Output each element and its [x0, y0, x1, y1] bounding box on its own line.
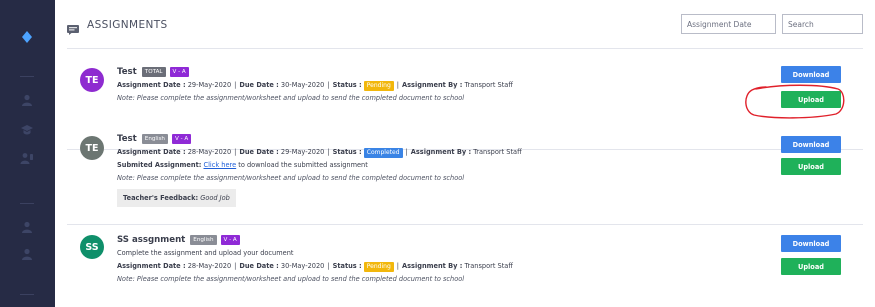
assignment-by-label: Assignment By :	[410, 148, 472, 156]
download-button[interactable]: Download	[781, 235, 841, 252]
class-tag: V - A	[220, 235, 240, 245]
upload-button[interactable]: Upload	[781, 258, 841, 275]
status-badge: Pending	[363, 81, 394, 91]
submitted-text: to download the submitted assignment	[238, 161, 368, 169]
class-tag: V - A	[169, 67, 189, 77]
due-date-label: Due Date :	[239, 81, 279, 89]
assignment-details: Test TOTAL V - A Assignment Date : 29-Ma…	[117, 65, 757, 105]
upload-button[interactable]: Upload	[781, 158, 841, 175]
assignment-by-value: Transport Staff	[473, 148, 522, 156]
due-date-value: 29-May-2020	[280, 148, 325, 156]
assignment-date-value: 29-May-2020	[187, 81, 232, 89]
assignment-date-value: 28-May-2020	[187, 262, 232, 270]
assignment-row: SS SS assgnment English V - A Complete t…	[67, 225, 863, 307]
user-phone-icon[interactable]	[20, 151, 34, 165]
feedback-text: Good Job	[200, 194, 230, 202]
graduation-cap-icon[interactable]	[20, 123, 34, 137]
download-button[interactable]: Download	[781, 66, 841, 83]
subject-tag: English	[141, 134, 168, 144]
status-label: Status :	[332, 148, 362, 156]
assignment-title: Test	[117, 133, 137, 144]
subject-tag: English	[190, 235, 217, 245]
sidebar-divider	[20, 203, 34, 204]
assignment-by-label: Assignment By :	[402, 81, 463, 89]
avatar: SS	[80, 235, 104, 259]
teacher-feedback: Teacher's Feedback: Good Job	[117, 189, 236, 207]
upload-button[interactable]: Upload	[781, 91, 841, 108]
assignment-note: Note: Please complete the assignment/wor…	[117, 275, 465, 283]
user-icon[interactable]	[20, 93, 34, 107]
assignment-note: Note: Please complete the assignment/wor…	[117, 94, 465, 102]
assignment-details: Test English V - A Assignment Date : 28-…	[117, 132, 757, 207]
page-title: ASSIGNMENTS	[87, 19, 168, 31]
assignment-date-label: Assignment Date :	[117, 148, 186, 156]
user-icon[interactable]	[20, 247, 34, 261]
due-date-value: 30-May-2020	[280, 81, 325, 89]
search-input[interactable]	[782, 14, 863, 34]
due-date-label: Due Date :	[239, 262, 279, 270]
panel-header: ASSIGNMENTS	[67, 0, 863, 49]
assignment-meta: Assignment Date : 28-May-2020 | Due Date :…	[117, 148, 522, 158]
assignment-meta: Assignment Date : 29-May-2020 | Due Date :…	[117, 81, 513, 91]
sidebar-divider	[20, 76, 34, 77]
chat-message-icon	[67, 20, 79, 35]
assignment-by-value: Transport Staff	[464, 262, 513, 270]
submitted-label: Submited Assignment:	[117, 161, 202, 169]
assignment-date-label: Assignment Date :	[117, 81, 186, 89]
assignment-by-value: Transport Staff	[464, 81, 513, 89]
sidebar	[0, 0, 55, 307]
assignment-note: Note: Please complete the assignment/wor…	[117, 174, 465, 182]
assignment-title: Test	[117, 66, 137, 77]
due-date-value: 30-May-2020	[280, 262, 325, 270]
assignment-meta: Assignment Date : 28-May-2020 | Due Date :…	[117, 262, 513, 272]
home-diamond-icon[interactable]	[20, 30, 34, 44]
submitted-line: Submited Assignment: Click here to downl…	[117, 159, 757, 172]
status-badge: Completed	[363, 148, 403, 158]
status-badge: Pending	[363, 262, 394, 272]
feedback-label: Teacher's Feedback:	[123, 194, 199, 202]
assignments-panel: ASSIGNMENTS TE Test TOTAL V - A Assignme…	[55, 0, 875, 307]
assignment-date-filter[interactable]	[681, 14, 776, 34]
subject-tag: TOTAL	[141, 67, 166, 77]
sidebar-divider	[20, 294, 34, 295]
assignment-title: SS assgnment	[117, 234, 186, 245]
assignment-date-label: Assignment Date :	[117, 262, 186, 270]
status-label: Status :	[332, 81, 362, 89]
user-icon[interactable]	[20, 220, 34, 234]
status-label: Status :	[332, 262, 362, 270]
class-tag: V - A	[171, 134, 192, 144]
assignment-description: Complete the assignment and upload your …	[117, 249, 294, 257]
download-button[interactable]: Download	[781, 136, 841, 153]
assignment-details: SS assgnment English V - A Complete the …	[117, 233, 757, 286]
assignment-by-label: Assignment By :	[402, 262, 463, 270]
due-date-label: Due Date :	[239, 148, 279, 156]
assignment-row-body: Test English V - A Assignment Date : 28-…	[67, 128, 863, 225]
assignment-date-value: 28-May-2020	[187, 148, 232, 156]
download-submitted-link[interactable]: Click here	[204, 161, 237, 169]
avatar: TE	[80, 68, 104, 92]
